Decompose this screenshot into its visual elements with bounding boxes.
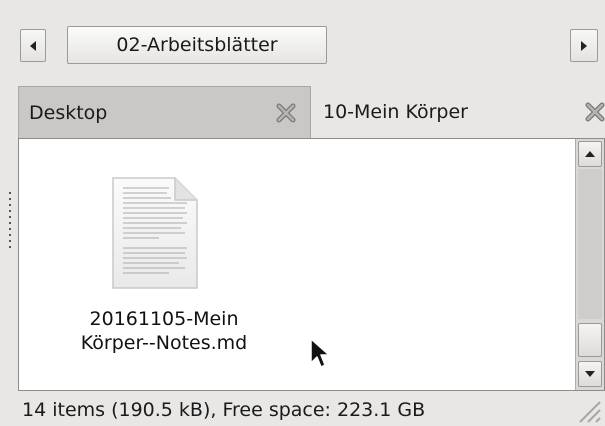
- mouse-pointer-icon: [310, 338, 330, 368]
- file-item[interactable]: 20161105-Mein Körper--Notes.md: [49, 169, 299, 369]
- scroll-up-button[interactable]: [578, 141, 602, 167]
- triangle-up-icon: [585, 151, 595, 157]
- file-name-line-1: 20161105-Mein: [89, 308, 239, 330]
- vertical-scrollbar[interactable]: [575, 139, 604, 390]
- scrollbar-track[interactable]: [578, 169, 602, 319]
- tab-10-mein-korper[interactable]: 10-Mein Körper: [313, 86, 605, 138]
- scrollbar-thumb[interactable]: [578, 323, 602, 357]
- pane-resize-grip-icon[interactable]: [8, 190, 14, 254]
- path-back-button[interactable]: [20, 29, 46, 62]
- close-x-icon[interactable]: [276, 103, 296, 123]
- tab-label: 10-Mein Körper: [323, 101, 468, 123]
- tab-label: Desktop: [29, 101, 108, 124]
- file-view[interactable]: 20161105-Mein Körper--Notes.md: [18, 138, 605, 391]
- file-name-line-2: Körper--Notes.md: [80, 332, 248, 354]
- status-bar-text: 14 items (190.5 kB), Free space: 223.1 G…: [22, 399, 426, 421]
- path-crumb-current[interactable]: 02-Arbeitsblätter: [67, 26, 327, 64]
- triangle-right-icon: [581, 40, 587, 51]
- triangle-left-icon: [30, 40, 36, 51]
- triangle-down-icon: [585, 371, 595, 377]
- text-document-icon: [112, 177, 198, 289]
- partial-label-above: [169, 139, 209, 141]
- tab-desktop[interactable]: Desktop: [18, 86, 311, 138]
- scroll-down-button[interactable]: [578, 361, 602, 387]
- path-forward-button[interactable]: [570, 29, 598, 62]
- resize-grip-icon[interactable]: [574, 396, 602, 424]
- file-name: 20161105-Mein Körper--Notes.md: [49, 307, 279, 355]
- close-x-icon[interactable]: [585, 102, 605, 122]
